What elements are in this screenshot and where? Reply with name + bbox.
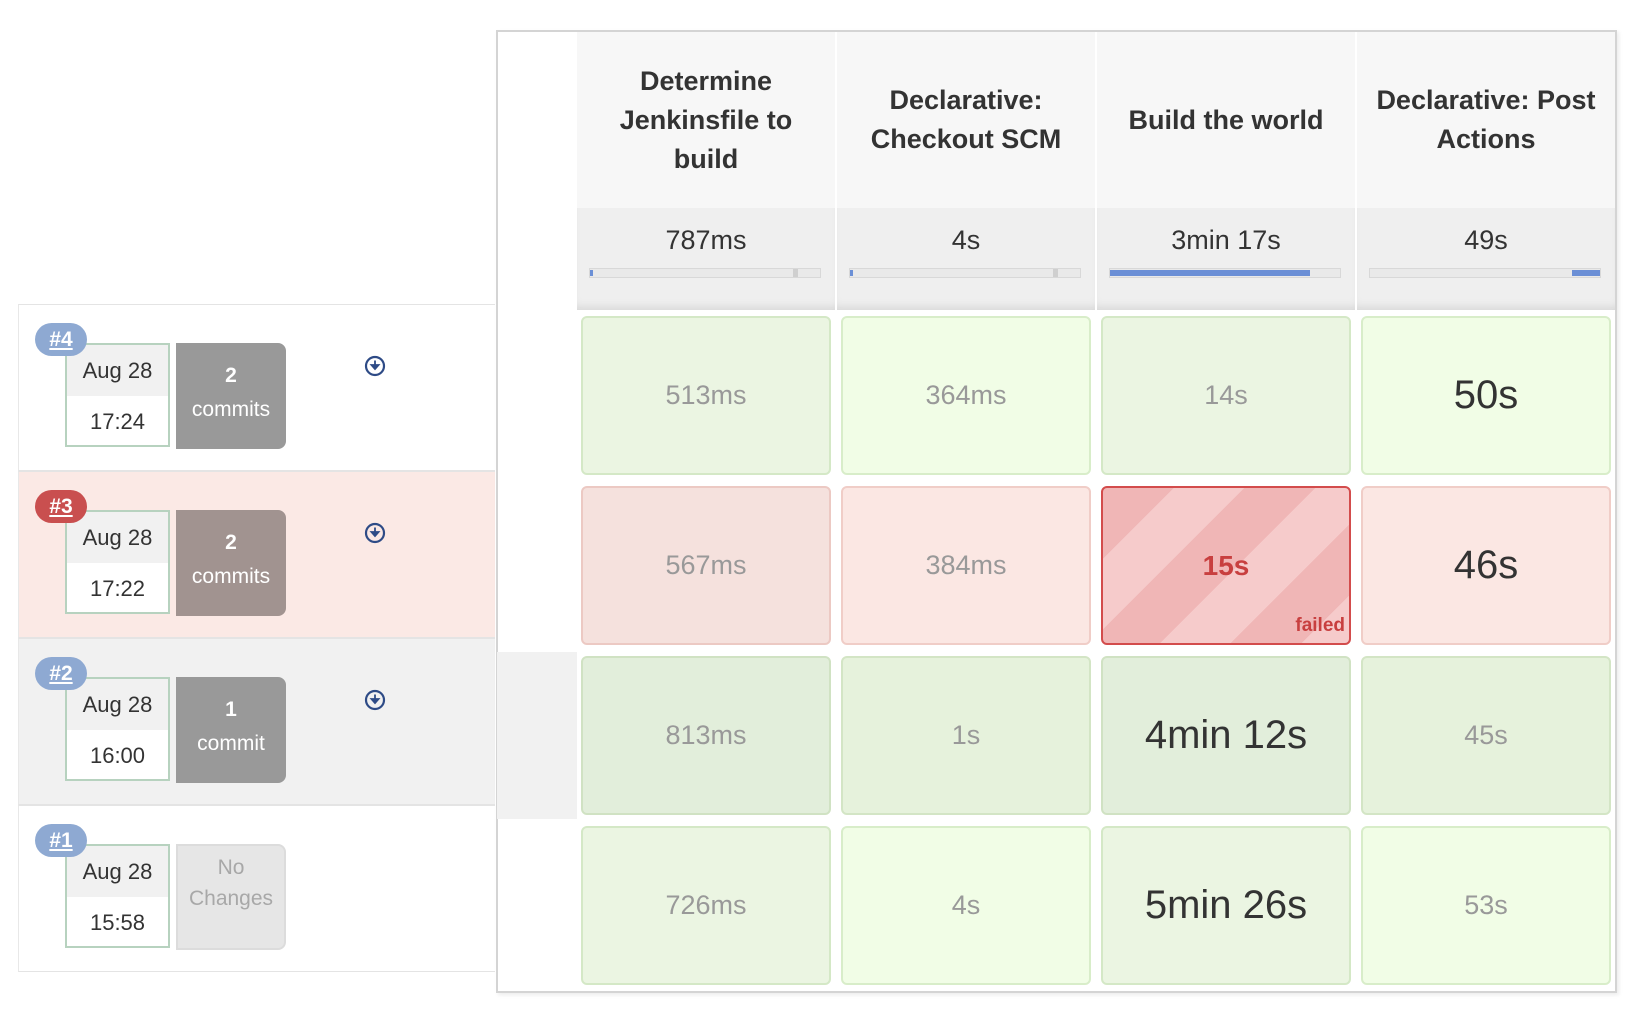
stage-duration: 813ms (665, 720, 747, 750)
changes-button[interactable]: No Changes (176, 844, 286, 950)
duration-bar (589, 268, 821, 278)
stage-duration: 4min 12s (1144, 713, 1308, 757)
changes-label: commits (191, 565, 271, 588)
stage-duration: 1s (951, 720, 981, 750)
stage-duration: 53s (1464, 890, 1508, 920)
duration-bar-fill (850, 270, 853, 276)
stage-duration: 5min 26s (1144, 883, 1308, 927)
stage-duration: 364ms (925, 380, 1007, 410)
stage-cell[interactable]: 813ms (581, 656, 831, 815)
build-time: 16:00 (89, 743, 146, 768)
build-number-link[interactable]: #1 (35, 824, 87, 857)
stage-duration: 513ms (665, 380, 747, 410)
stage-duration: 384ms (925, 550, 1007, 580)
stage-header: Build the world (1097, 32, 1355, 208)
duration-bar-fill (1110, 270, 1311, 276)
stage-average: 49s (1357, 208, 1615, 310)
build-date: Aug 28 (67, 846, 168, 897)
build-number-link[interactable]: #4 (35, 323, 87, 356)
changes-button[interactable]: 2 commits (176, 343, 286, 449)
stage-cell[interactable]: 4min 12s (1101, 656, 1351, 815)
build-date: Aug 28 (67, 679, 168, 730)
build-date-box: Aug 28 15:58 (65, 844, 170, 948)
failed-label: failed (1295, 615, 1345, 636)
download-circle-icon[interactable] (364, 689, 386, 711)
stage-cell[interactable]: 364ms (841, 316, 1091, 475)
build-date: Aug 28 (67, 345, 168, 396)
stage-cell[interactable]: 726ms (581, 826, 831, 985)
stage-header: Declarative: Checkout SCM (837, 32, 1095, 208)
build-row-4: #4 Aug 28 17:24 2 commits (18, 304, 495, 471)
row-hover-shade (497, 652, 577, 819)
stage-cell[interactable]: 384ms (841, 486, 1091, 645)
changes-button[interactable]: 1 commit (176, 677, 286, 783)
stage-header: Determine Jenkinsfile to build (577, 32, 835, 208)
stage-cell[interactable]: 567ms (581, 486, 831, 645)
stage-average: 3min 17s (1097, 208, 1355, 310)
stage-cell[interactable]: 46s (1361, 486, 1611, 645)
duration-bar-fill (1572, 270, 1600, 276)
duration-bar (1369, 268, 1601, 278)
build-time: 15:58 (89, 910, 146, 935)
bar-tick (793, 269, 798, 277)
average-duration: 3min 17s (1171, 225, 1281, 255)
build-row-1: #1 Aug 28 15:58 No Changes (18, 805, 495, 972)
stage-cell[interactable]: 4s (841, 826, 1091, 985)
stage-cell-failed[interactable]: 15s failed (1101, 486, 1351, 645)
build-row-3: #3 Aug 28 17:22 2 commits (18, 471, 495, 638)
stage-duration: 46s (1453, 543, 1519, 587)
average-duration: 49s (1464, 225, 1508, 255)
stage-duration: 4s (951, 890, 981, 920)
stage-cell[interactable]: 53s (1361, 826, 1611, 985)
changes-label: Changes (188, 887, 274, 910)
build-date-box: Aug 28 17:22 (65, 510, 170, 614)
build-time: 17:24 (89, 409, 146, 434)
average-duration: 4s (951, 225, 981, 255)
stage-average: 787ms (577, 208, 835, 310)
changes-button[interactable]: 2 commits (176, 510, 286, 616)
stage-header: Declarative: Post Actions (1357, 32, 1615, 208)
stage-cell[interactable]: 45s (1361, 656, 1611, 815)
stage-duration: 14s (1204, 380, 1248, 410)
build-number-link[interactable]: #3 (35, 490, 87, 523)
changes-count: No (217, 856, 245, 879)
bar-tick (1053, 269, 1058, 277)
changes-label: commit (197, 732, 265, 755)
changes-count: 1 (225, 698, 237, 721)
build-date-box: Aug 28 17:24 (65, 343, 170, 447)
changes-label: commits (191, 398, 271, 421)
stage-duration: 45s (1464, 720, 1508, 750)
stage-duration: 15s (1202, 549, 1250, 581)
build-date-box: Aug 28 16:00 (65, 677, 170, 781)
stage-cell[interactable]: 513ms (581, 316, 831, 475)
stage-cell[interactable]: 50s (1361, 316, 1611, 475)
download-circle-icon[interactable] (364, 522, 386, 544)
stage-cell[interactable]: 5min 26s (1101, 826, 1351, 985)
duration-bar (1109, 268, 1341, 278)
stage-duration: 567ms (665, 550, 747, 580)
build-time: 17:22 (89, 576, 146, 601)
build-date: Aug 28 (67, 512, 168, 563)
changes-count: 2 (225, 531, 237, 554)
build-number-link[interactable]: #2 (35, 657, 87, 690)
stage-average: 4s (837, 208, 1095, 310)
duration-bar (849, 268, 1081, 278)
duration-bar-fill (590, 270, 593, 276)
changes-count: 2 (225, 364, 237, 387)
download-circle-icon[interactable] (364, 355, 386, 377)
stage-cell[interactable]: 1s (841, 656, 1091, 815)
stage-duration: 726ms (665, 890, 747, 920)
build-row-2: #2 Aug 28 16:00 1 commit (18, 638, 495, 805)
average-duration: 787ms (665, 225, 747, 255)
stage-duration: 50s (1453, 373, 1519, 417)
stage-cell[interactable]: 14s (1101, 316, 1351, 475)
